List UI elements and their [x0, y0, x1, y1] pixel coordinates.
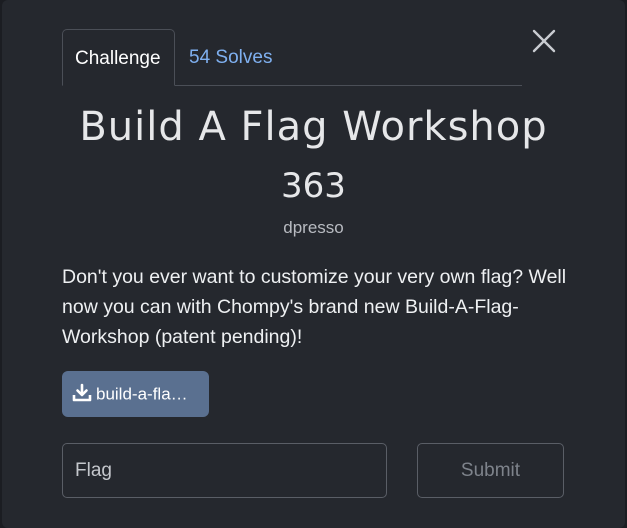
download-file-button[interactable]: build-a-fla…: [62, 371, 209, 417]
close-icon: [532, 29, 556, 53]
flag-input[interactable]: [62, 443, 387, 498]
challenge-description: Don't you ever want to customize your ve…: [62, 266, 567, 348]
tab-solves[interactable]: 54 Solves: [177, 29, 284, 85]
download-icon: [72, 383, 92, 401]
challenge-title: Build A Flag Workshop: [79, 104, 548, 150]
challenge-points: 363: [281, 166, 346, 206]
challenge-tabs: Challenge 54 Solves: [62, 29, 522, 86]
download-file-label: build-a-fla…: [96, 384, 188, 404]
submit-button[interactable]: Submit: [417, 443, 564, 498]
tab-challenge[interactable]: Challenge: [62, 29, 175, 86]
close-button[interactable]: [530, 27, 558, 55]
challenge-author: dpresso: [283, 218, 344, 237]
challenge-modal: Challenge 54 Solves Build A Flag Worksho…: [2, 0, 625, 528]
